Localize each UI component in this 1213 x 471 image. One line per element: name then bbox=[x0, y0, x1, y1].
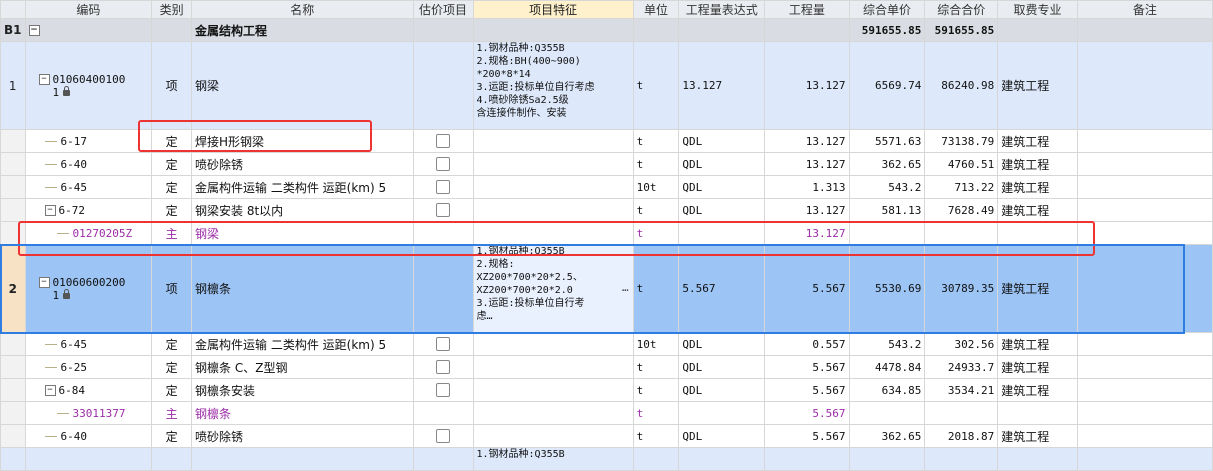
collapse-icon[interactable]: − bbox=[44, 205, 56, 216]
item-unit-price: 5530.69 bbox=[848, 244, 926, 333]
row-number: 1 bbox=[0, 41, 26, 130]
col-header-expr[interactable]: 工程量表达式 bbox=[678, 0, 766, 19]
quota-code: 6-45 bbox=[60, 180, 88, 194]
item-expr[interactable]: 5.567 bbox=[678, 244, 766, 333]
item-features[interactable]: 1.钢材品种:Q355B 2.规格:BH(400~900) *200*8*14 … bbox=[472, 41, 634, 130]
quota-code: 6-25 bbox=[60, 360, 88, 374]
row-number: 2 bbox=[0, 244, 26, 333]
col-header-unit[interactable]: 单位 bbox=[632, 0, 680, 19]
bill-item-row[interactable]: 1 −01060400100 1 项 钢梁 1.钢材品种:Q355B 2.规格:… bbox=[0, 41, 1213, 130]
item-name[interactable]: 钢檩条 bbox=[191, 244, 414, 333]
col-header-name[interactable]: 名称 bbox=[191, 0, 414, 19]
quota-code: 6-84 bbox=[58, 383, 86, 397]
col-header-estimate[interactable]: 估价项目 bbox=[412, 0, 474, 19]
quota-grid: 编码 类别 名称 估价项目 项目特征 单位 工程量表达式 工程量 综合单价 综合… bbox=[0, 0, 1213, 471]
section-unit-price: 591655.85 bbox=[848, 18, 926, 42]
item-expr[interactable]: 13.127 bbox=[678, 41, 766, 130]
col-header-qty[interactable]: 工程量 bbox=[764, 0, 850, 19]
estimate-checkbox[interactable] bbox=[436, 383, 451, 398]
quota-name[interactable]: 钢檩条安装 bbox=[191, 378, 414, 402]
estimate-checkbox[interactable] bbox=[436, 157, 451, 172]
col-header-type[interactable]: 类别 bbox=[151, 0, 193, 19]
material-code: 01270205Z bbox=[72, 226, 133, 240]
item-features[interactable]: 1.钢材品种:Q355B bbox=[472, 447, 634, 471]
quota-row[interactable]: 6-17 定 焊接H形钢梁 t QDL 13.127 5571.63 73138… bbox=[0, 129, 1213, 153]
quota-name[interactable]: 钢檩条 C、Z型钢 bbox=[191, 355, 414, 379]
item-qty: 5.567 bbox=[764, 244, 850, 333]
item-qty: 13.127 bbox=[764, 41, 850, 130]
col-header-total[interactable]: 综合合价 bbox=[924, 0, 999, 19]
item-fee[interactable]: 建筑工程 bbox=[997, 41, 1078, 130]
quota-name[interactable]: 金属构件运输 二类构件 运距(km) 5 bbox=[191, 332, 414, 356]
quota-row[interactable]: −6-84 定 钢檩条安装 t QDL 5.567 634.85 3534.21… bbox=[0, 378, 1213, 402]
main-material-row[interactable]: 33011377 主 钢檩条 t 5.567 bbox=[0, 401, 1213, 425]
item-features[interactable]: 1.钢材品种:Q355B 2.规格: XZ200*700*20*2.5、 XZ2… bbox=[472, 244, 634, 333]
quota-row[interactable]: 6-25 定 钢檩条 C、Z型钢 t QDL 5.567 4478.84 249… bbox=[0, 355, 1213, 379]
section-total: 591655.85 bbox=[924, 18, 999, 42]
item-unit[interactable]: t bbox=[632, 244, 680, 333]
col-header-code[interactable]: 编码 bbox=[24, 0, 153, 19]
item-code-suffix: 1 bbox=[52, 288, 60, 302]
more-icon[interactable]: … bbox=[622, 281, 629, 294]
estimate-checkbox[interactable] bbox=[436, 180, 451, 195]
item-code-suffix: 1 bbox=[52, 85, 60, 99]
col-header-rownum bbox=[0, 0, 26, 19]
row-number: B1 bbox=[0, 18, 26, 42]
item-fee[interactable]: 建筑工程 bbox=[997, 244, 1078, 333]
quota-row[interactable]: −6-72 定 钢梁安装 8t以内 t QDL 13.127 581.13 76… bbox=[0, 198, 1213, 222]
estimate-checkbox[interactable] bbox=[436, 337, 451, 352]
quota-code: 6-17 bbox=[60, 134, 88, 148]
quota-name[interactable]: 钢梁安装 8t以内 bbox=[191, 198, 414, 222]
quota-row[interactable]: 6-45 定 金属构件运输 二类构件 运距(km) 5 10t QDL 0.55… bbox=[0, 332, 1213, 356]
item-code: 01060600200 bbox=[52, 275, 126, 289]
bill-item-row-partial[interactable]: 1.钢材品种:Q355B bbox=[0, 447, 1213, 471]
collapse-icon[interactable]: − bbox=[38, 277, 50, 288]
estimate-checkbox[interactable] bbox=[436, 360, 451, 375]
item-total: 86240.98 bbox=[924, 41, 999, 130]
section-name: 金属结构工程 bbox=[191, 18, 414, 42]
collapse-icon[interactable]: − bbox=[44, 385, 56, 396]
col-header-fee[interactable]: 取费专业 bbox=[997, 0, 1078, 19]
bill-item-row-selected[interactable]: 2 −01060600200 1 项 钢檩条 1.钢材品种:Q355B 2.规格… bbox=[0, 244, 1213, 333]
col-header-features[interactable]: 项目特征 bbox=[472, 0, 634, 19]
section-row[interactable]: B1 − 金属结构工程 591655.85 591655.85 bbox=[0, 18, 1213, 42]
item-type: 项 bbox=[151, 41, 193, 130]
item-unit-price: 6569.74 bbox=[848, 41, 926, 130]
quota-code: 6-40 bbox=[60, 157, 88, 171]
main-material-row[interactable]: 01270205Z 主 钢梁 t 13.127 bbox=[0, 221, 1213, 245]
header-row: 编码 类别 名称 估价项目 项目特征 单位 工程量表达式 工程量 综合单价 综合… bbox=[0, 0, 1213, 19]
item-unit[interactable]: t bbox=[632, 41, 680, 130]
quota-row[interactable]: 6-40 定 喷砂除锈 t QDL 13.127 362.65 4760.51 … bbox=[0, 152, 1213, 176]
material-code: 33011377 bbox=[72, 406, 126, 420]
material-name[interactable]: 钢梁 bbox=[191, 221, 414, 245]
collapse-icon[interactable]: − bbox=[38, 74, 50, 85]
lock-icon bbox=[63, 288, 71, 299]
quota-row[interactable]: 6-40 定 喷砂除锈 t QDL 5.567 362.65 2018.87 建… bbox=[0, 424, 1213, 448]
quota-code: 6-72 bbox=[58, 203, 86, 217]
col-header-note[interactable]: 备注 bbox=[1076, 0, 1213, 19]
item-code: 01060400100 bbox=[52, 72, 126, 86]
col-header-unit-price[interactable]: 综合单价 bbox=[848, 0, 926, 19]
collapse-icon[interactable]: − bbox=[28, 25, 40, 36]
quota-name[interactable]: 金属构件运输 二类构件 运距(km) 5 bbox=[191, 175, 414, 199]
bill-table: 编码 类别 名称 估价项目 项目特征 单位 工程量表达式 工程量 综合单价 综合… bbox=[0, 0, 1213, 471]
lock-icon bbox=[63, 85, 71, 96]
material-name[interactable]: 钢檩条 bbox=[191, 401, 414, 425]
quota-code: 6-40 bbox=[60, 429, 88, 443]
item-type: 项 bbox=[151, 244, 193, 333]
estimate-checkbox[interactable] bbox=[436, 134, 451, 149]
item-name[interactable]: 钢梁 bbox=[191, 41, 414, 130]
estimate-checkbox[interactable] bbox=[436, 429, 451, 444]
estimate-checkbox[interactable] bbox=[436, 203, 451, 218]
quota-row[interactable]: 6-45 定 金属构件运输 二类构件 运距(km) 5 10t QDL 1.31… bbox=[0, 175, 1213, 199]
quota-name[interactable]: 焊接H形钢梁 bbox=[191, 129, 414, 153]
quota-code: 6-45 bbox=[60, 337, 88, 351]
item-total: 30789.35 bbox=[924, 244, 999, 333]
quota-name[interactable]: 喷砂除锈 bbox=[191, 424, 414, 448]
quota-name[interactable]: 喷砂除锈 bbox=[191, 152, 414, 176]
